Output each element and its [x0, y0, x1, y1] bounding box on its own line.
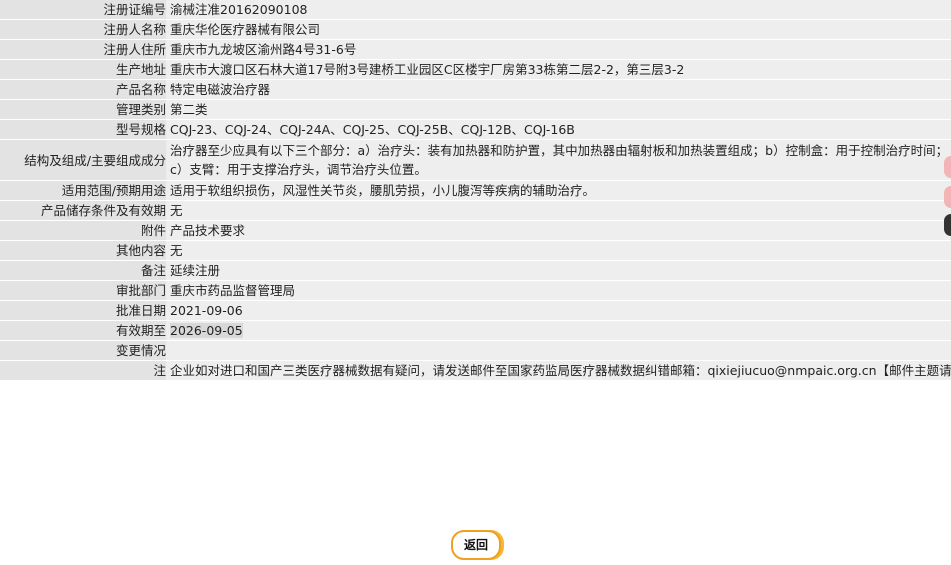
note-label: 注 [0, 360, 166, 381]
field-label: 审批部门 [0, 280, 166, 301]
row-structure-composition: 结构及组成/主要组成成分 治疗器至少应具有以下三个部分：a）治疗头：装有加热器和… [0, 139, 951, 181]
side-float-icon[interactable] [944, 156, 951, 178]
field-value [166, 340, 951, 361]
field-label: 其他内容 [0, 240, 166, 261]
field-value: 特定电磁波治疗器 [166, 79, 951, 100]
field-label: 变更情况 [0, 340, 166, 361]
field-label: 结构及组成/主要组成成分 [0, 139, 166, 181]
row-note: 注 企业如对进口和国产三类医疗器械数据有疑问，请发送邮件至国家药监局医疗器械数据… [0, 360, 951, 381]
field-label: 附件 [0, 220, 166, 241]
field-label: 注册人住所 [0, 39, 166, 60]
side-float-icon[interactable] [944, 186, 951, 208]
side-float-icon[interactable] [944, 214, 951, 236]
field-value: 适用于软组织损伤，风湿性关节炎，腰肌劳损，小儿腹泻等疾病的辅助治疗。 [166, 180, 951, 201]
row-other-content: 其他内容 无 [0, 240, 951, 261]
row-model-spec: 型号规格 CQJ-23、CQJ-24、CQJ-24A、CQJ-25、CQJ-25… [0, 119, 951, 140]
field-value: 重庆华伦医疗器械有限公司 [166, 19, 951, 40]
field-value: 重庆市九龙坡区渝州路4号31-6号 [166, 39, 951, 60]
field-label: 管理类别 [0, 99, 166, 120]
field-value: 第二类 [166, 99, 951, 120]
field-value: 重庆市大渡口区石林大道17号附3号建桥工业园区C区楼宇厂房第33栋第二层2-2，… [166, 59, 951, 80]
row-registrant-address: 注册人住所 重庆市九龙坡区渝州路4号31-6号 [0, 39, 951, 60]
field-label: 注册人名称 [0, 19, 166, 40]
row-storage-validity: 产品储存条件及有效期 无 [0, 200, 951, 221]
field-value: 无 [166, 240, 951, 261]
note-text: 企业如对进口和国产三类医疗器械数据有疑问，请发送邮件至国家药监局医疗器械数据纠错… [166, 360, 951, 381]
field-label: 产品储存条件及有效期 [0, 200, 166, 221]
field-value: 渝械注准20162090108 [166, 0, 951, 20]
field-value: 无 [166, 200, 951, 221]
field-label: 备注 [0, 260, 166, 281]
row-valid-until: 有效期至 2026-09-05 [0, 320, 951, 341]
field-value: 2021-09-06 [166, 300, 951, 321]
field-label: 型号规格 [0, 119, 166, 140]
field-label: 有效期至 [0, 320, 166, 341]
row-remarks: 备注 延续注册 [0, 260, 951, 281]
field-value: 产品技术要求 [166, 220, 951, 241]
row-change-history: 变更情况 [0, 340, 951, 361]
field-value: 2026-09-05 [166, 320, 951, 341]
back-button-wrap: 返回 [451, 530, 501, 560]
row-approval-department: 审批部门 重庆市药品监督管理局 [0, 280, 951, 301]
field-label: 批准日期 [0, 300, 166, 321]
field-value: CQJ-23、CQJ-24、CQJ-24A、CQJ-25、CQJ-25B、CQJ… [166, 119, 951, 140]
row-product-name: 产品名称 特定电磁波治疗器 [0, 79, 951, 100]
row-attachment: 附件 产品技术要求 [0, 220, 951, 241]
registration-detail-table: 注册证编号 渝械注准20162090108 注册人名称 重庆华伦医疗器械有限公司… [0, 0, 951, 381]
valid-until-value: 2026-09-05 [170, 323, 243, 338]
row-approval-date: 批准日期 2021-09-06 [0, 300, 951, 321]
row-registration-number: 注册证编号 渝械注准20162090108 [0, 0, 951, 20]
row-management-class: 管理类别 第二类 [0, 99, 951, 120]
field-value: 延续注册 [166, 260, 951, 281]
field-value: 治疗器至少应具有以下三个部分：a）治疗头：装有加热器和防护置，其中加热器由辐射板… [166, 139, 951, 181]
field-label: 注册证编号 [0, 0, 166, 20]
field-label: 适用范围/预期用途 [0, 180, 166, 201]
row-intended-use: 适用范围/预期用途 适用于软组织损伤，风湿性关节炎，腰肌劳损，小儿腹泻等疾病的辅… [0, 180, 951, 201]
row-registrant-name: 注册人名称 重庆华伦医疗器械有限公司 [0, 19, 951, 40]
field-label: 生产地址 [0, 59, 166, 80]
field-label: 产品名称 [0, 79, 166, 100]
back-button[interactable]: 返回 [451, 530, 501, 560]
field-value: 重庆市药品监督管理局 [166, 280, 951, 301]
row-production-address: 生产地址 重庆市大渡口区石林大道17号附3号建桥工业园区C区楼宇厂房第33栋第二… [0, 59, 951, 80]
